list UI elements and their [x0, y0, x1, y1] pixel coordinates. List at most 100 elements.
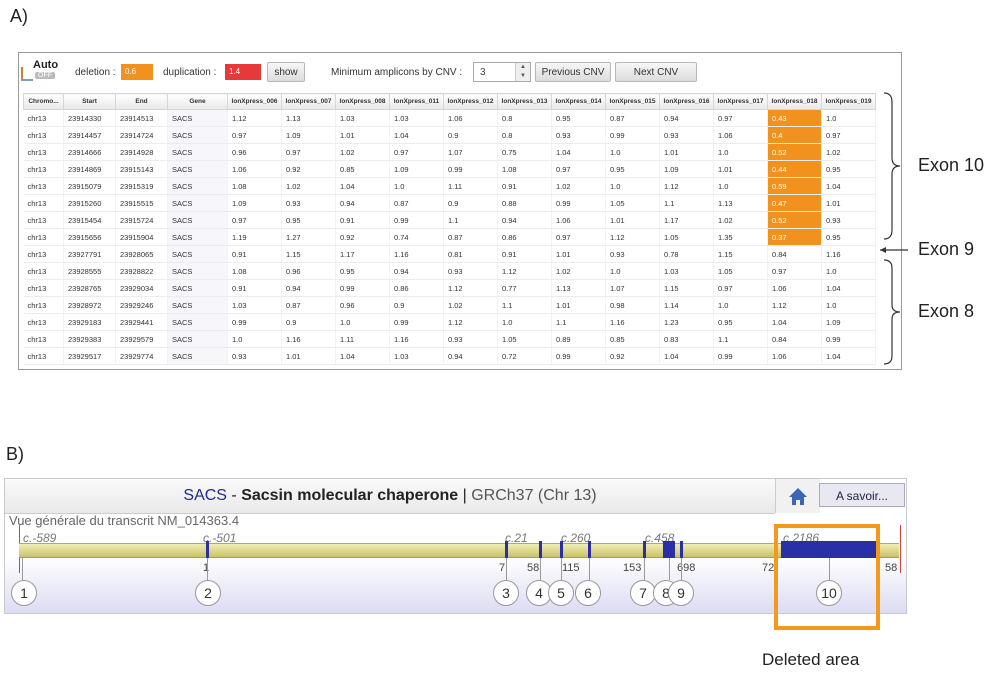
exon-6-marker[interactable]: 6 — [575, 580, 601, 606]
table-cell: 0.97 — [551, 160, 606, 178]
exon-mark[interactable] — [505, 541, 508, 558]
stepper-arrows-icon[interactable]: ▲ ▼ — [515, 63, 530, 81]
table-cell: chr13 — [23, 177, 64, 195]
home-button[interactable] — [775, 479, 820, 513]
exon-5-marker[interactable]: 5 — [548, 580, 574, 606]
table-row[interactable]: chr13 23915656 23915904 SACS 1.19 1.27 0.92 0.7… — [23, 228, 876, 246]
table-cell: 1.09 — [227, 194, 282, 212]
table-cell: 0.83 — [659, 330, 714, 348]
table-cell: 23928065 — [115, 245, 168, 263]
table-cell: 23928555 — [63, 262, 116, 280]
min-amplicons-label: Minimum amplicons by CNV : — [331, 67, 463, 78]
table-row[interactable]: chr13 23929383 23929579 SACS 1.0 1.16 1.11 1.16… — [23, 330, 876, 348]
table-cell: 1.16 — [389, 245, 444, 263]
table-row[interactable]: chr13 23928555 23928822 SACS 1.08 0.96 0.95 0.9… — [23, 262, 876, 280]
exon-mark[interactable] — [643, 541, 646, 558]
column-header[interactable]: IonXpress_016 — [659, 93, 714, 110]
table-row[interactable]: chr13 23915260 23915515 SACS 1.09 0.93 0.94 0.8… — [23, 194, 876, 212]
table-cell: 0.93 — [281, 194, 336, 212]
table-cell: 1.1 — [659, 194, 714, 212]
table-cell: 1.06 — [713, 126, 768, 144]
table-cell: 23928972 — [63, 296, 116, 314]
duplication-threshold-input[interactable]: 1.4 — [225, 64, 261, 80]
exon-1-marker[interactable]: 1 — [11, 580, 37, 606]
exon-2-marker[interactable]: 2 — [195, 580, 221, 606]
exon-mark[interactable] — [206, 541, 209, 558]
table-cell: 23929441 — [115, 313, 168, 331]
deletion-threshold-input[interactable]: 0.6 — [121, 64, 153, 80]
column-header[interactable]: IonXpress_013 — [497, 93, 552, 110]
exon-mark[interactable] — [539, 541, 542, 558]
min-amplicons-value: 3 — [480, 67, 486, 78]
table-row[interactable]: chr13 23915079 23915319 SACS 1.08 1.02 1.04 1.0… — [23, 177, 876, 195]
previous-cnv-button[interactable]: Previous CNV — [535, 62, 611, 82]
table-row[interactable]: chr13 23929517 23929774 SACS 0.93 1.01 1.04 1.0… — [23, 347, 876, 365]
auto-state-badge: OFF — [35, 72, 55, 79]
table-cell: 1.0 — [335, 313, 390, 331]
table-cell: 0.97 — [281, 143, 336, 161]
column-header[interactable]: IonXpress_017 — [713, 93, 768, 110]
table-cell: 1.0 — [227, 330, 282, 348]
table-row[interactable]: chr13 23928972 23929246 SACS 1.03 0.87 0.96 0.9… — [23, 296, 876, 314]
table-row[interactable]: chr13 23914666 23914928 SACS 0.96 0.97 1.02 0.9… — [23, 143, 876, 161]
table-cell: 1.27 — [281, 228, 336, 246]
table-row[interactable]: chr13 23914457 23914724 SACS 0.97 1.09 1.01 1.0… — [23, 126, 876, 144]
table-cell: 1.04 — [389, 126, 444, 144]
exon-mark[interactable] — [663, 541, 675, 558]
column-header[interactable]: IonXpress_007 — [281, 93, 336, 110]
table-row[interactable]: chr13 23928765 23929034 SACS 0.91 0.94 0.99 0.8… — [23, 279, 876, 297]
table-cell: 1.02 — [551, 262, 606, 280]
show-button[interactable]: show — [267, 62, 305, 82]
table-cell: 0.92 — [335, 228, 390, 246]
column-header[interactable]: IonXpress_015 — [605, 93, 660, 110]
column-header[interactable]: Start — [63, 93, 116, 110]
table-cell: 0.87 — [443, 228, 498, 246]
table-row[interactable]: chr13 23929183 23929441 SACS 0.99 0.9 1.0 0.99 1… — [23, 313, 876, 331]
exon-mark[interactable] — [680, 541, 683, 558]
auto-toggle[interactable]: Auto OFF — [21, 59, 61, 85]
table-cell: 23929183 — [63, 313, 116, 331]
chart-icon — [21, 67, 33, 81]
table-cell: 0.8 — [497, 109, 552, 127]
column-header[interactable]: End — [115, 93, 168, 110]
table-row[interactable]: chr13 23915454 23915724 SACS 0.97 0.95 0.91 0.9… — [23, 211, 876, 229]
column-header[interactable]: IonXpress_006 — [227, 93, 282, 110]
table-cell: SACS — [167, 160, 228, 178]
column-header[interactable]: IonXpress_011 — [389, 93, 444, 110]
column-header[interactable]: IonXpress_012 — [443, 93, 498, 110]
next-cnv-button[interactable]: Next CNV — [615, 62, 697, 82]
cpos-label: c.-589 — [23, 531, 57, 545]
table-cell: 0.87 — [281, 296, 336, 314]
axis-label: 153 — [623, 562, 642, 574]
a-savoir-button[interactable]: A savoir... — [819, 483, 905, 507]
table-cell: 0.4 — [767, 126, 822, 144]
table-cell: 1.01 — [605, 211, 660, 229]
table-cell: 0.93 — [551, 126, 606, 144]
table-row[interactable]: chr13 23914869 23915143 SACS 1.06 0.92 0.85 1.0… — [23, 160, 876, 178]
table-cell: 0.99 — [335, 279, 390, 297]
table-cell: SACS — [167, 228, 228, 246]
exon-3-marker[interactable]: 3 — [493, 580, 519, 606]
column-header[interactable]: IonXpress_018 — [767, 93, 822, 110]
table-row[interactable]: chr13 23927791 23928065 SACS 0.91 1.15 1.17 1.1… — [23, 245, 876, 263]
table-cell: SACS — [167, 194, 228, 212]
table-cell: 23929579 — [115, 330, 168, 348]
table-cell: 1.0 — [497, 313, 552, 331]
table-cell: chr13 — [23, 245, 64, 263]
table-row[interactable]: chr13 23914330 23914513 SACS 1.12 1.13 1.03 1.0… — [23, 109, 876, 127]
column-header[interactable]: Chromo... — [23, 93, 64, 110]
table-cell: 0.93 — [443, 330, 498, 348]
exon-mark[interactable] — [560, 541, 563, 558]
table-cell: 0.72 — [497, 347, 552, 365]
column-header[interactable]: IonXpress_014 — [551, 93, 606, 110]
column-header[interactable]: IonXpress_019 — [821, 93, 876, 110]
exon-mark[interactable] — [588, 541, 591, 558]
table-cell: 0.97 — [713, 109, 768, 127]
tick — [506, 558, 507, 580]
table-cell: 1.0 — [713, 177, 768, 195]
column-header[interactable]: IonXpress_008 — [335, 93, 390, 110]
table-cell: 1.08 — [227, 262, 282, 280]
min-amplicons-stepper[interactable]: 3 ▲ ▼ — [473, 62, 531, 82]
exon-9-marker[interactable]: 9 — [668, 580, 694, 606]
column-header[interactable]: Gene — [167, 93, 228, 110]
